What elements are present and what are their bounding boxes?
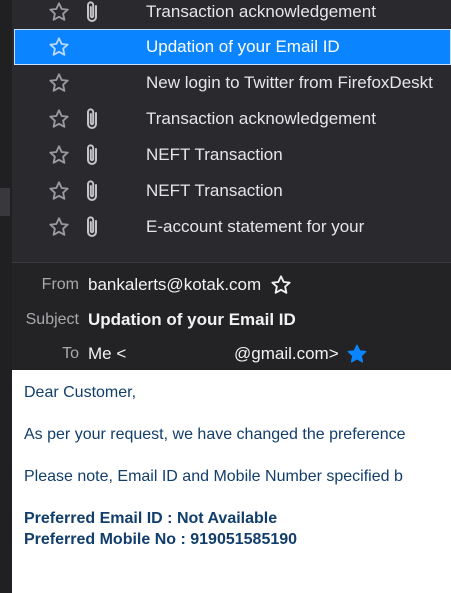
star-icon[interactable] (48, 108, 70, 130)
left-window-edge (0, 0, 12, 593)
body-paragraph: As per your request, we have changed the… (24, 426, 406, 443)
preferred-email-text: Preferred Email ID : Not Available (24, 510, 278, 527)
from-row: From bankalerts@kotak.com (12, 268, 451, 302)
message-body: Dear Customer, As per your request, we h… (12, 370, 451, 593)
preferred-mobile-text: Preferred Mobile No : 919051585190 (24, 531, 298, 548)
greeting-text: Dear Customer, (24, 384, 137, 401)
message-row[interactable]: E-account statement for your (14, 209, 451, 245)
message-row[interactable]: Transaction acknowledgement (14, 101, 451, 137)
message-row-selected[interactable]: Updation of your Email ID (14, 29, 451, 65)
message-header: From bankalerts@kotak.com Subject Updati… (12, 262, 451, 370)
subject-value: Updation of your Email ID (88, 310, 296, 329)
message-row[interactable]: Transaction acknowledgement (14, 0, 451, 30)
message-row[interactable]: New login to Twitter from FirefoxDeskt (14, 65, 451, 101)
star-icon[interactable] (48, 216, 70, 238)
to-row: To Me < @gmail.com> (12, 337, 451, 371)
star-icon[interactable] (270, 274, 292, 296)
message-subject: Updation of your Email ID (146, 37, 340, 56)
from-label: From (41, 276, 79, 293)
message-subject: NEFT Transaction (146, 181, 283, 200)
to-label: To (62, 345, 79, 362)
message-subject: Transaction acknowledgement (146, 109, 376, 128)
paperclip-icon (87, 108, 97, 129)
to-recipient-address[interactable]: @gmail.com> (234, 337, 339, 371)
from-address[interactable]: bankalerts@kotak.com (88, 268, 261, 302)
star-filled-icon[interactable] (346, 343, 368, 365)
paperclip-icon (87, 144, 97, 165)
message-subject: Transaction acknowledgement (146, 2, 376, 21)
message-subject: NEFT Transaction (146, 145, 283, 164)
left-edge-segment (0, 188, 10, 216)
star-icon[interactable] (48, 1, 70, 23)
message-list[interactable]: Transaction acknowledgement Updation of … (12, 0, 451, 262)
paperclip-icon (87, 216, 97, 237)
message-row[interactable]: NEFT Transaction (14, 137, 451, 173)
body-paragraph: Please note, Email ID and Mobile Number … (24, 468, 403, 485)
to-recipient-name[interactable]: Me < (88, 337, 126, 371)
star-icon[interactable] (48, 36, 70, 58)
message-subject: E-account statement for your (146, 217, 365, 236)
star-icon[interactable] (48, 180, 70, 202)
star-icon[interactable] (48, 144, 70, 166)
paperclip-icon (87, 180, 97, 201)
message-subject: New login to Twitter from FirefoxDeskt (146, 73, 433, 92)
star-icon[interactable] (48, 72, 70, 94)
subject-row: Subject Updation of your Email ID (12, 303, 451, 337)
subject-label: Subject (25, 311, 79, 328)
paperclip-icon (87, 1, 97, 22)
message-row[interactable]: NEFT Transaction (14, 173, 451, 209)
